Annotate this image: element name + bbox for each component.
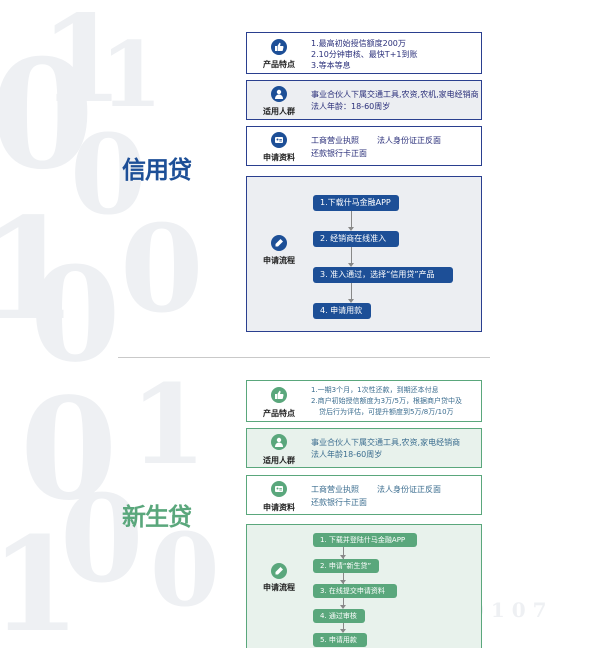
process-step-5: 5. 申请用款 <box>313 633 367 647</box>
xinshengdai-features-box: 产品特点 1.一期3个月，1次性还款，到期还本付息 2.商户初始授信额度为3万/… <box>246 380 482 422</box>
materials-idcard: 法人身份证正反面 <box>377 485 441 494</box>
process-step-4: 4. 通过审核 <box>313 609 365 623</box>
materials-bankcard: 还款银行卡正面 <box>311 498 367 507</box>
materials-license: 工商营业执照 <box>311 485 359 494</box>
xinshengdai-users-box: 适用人群 事业合伙人下属交通工具,农资,家电经销商 法人年龄18-60周岁 <box>246 428 482 468</box>
users-line-1: 事业合伙人下属交通工具,农资,家电经销商 <box>311 438 461 447</box>
feature-line-1: 1.一期3个月，1次性还款，到期还本付息 <box>311 386 439 394</box>
person-icon <box>271 434 287 450</box>
feature-line-3: 贷后行为评估，可提升额度到5万/8万/10万 <box>319 408 454 416</box>
users-label: 适用人群 <box>263 456 295 465</box>
pen-icon <box>271 563 287 579</box>
id-card-icon <box>271 481 287 497</box>
process-step-2: 2. 申请“新生贷” <box>313 559 379 573</box>
process-label: 申请流程 <box>263 583 295 592</box>
materials-label: 申请资料 <box>263 503 295 512</box>
feature-line-2: 2.商户初始授信额度为3万/5万，根据商户贷中及 <box>311 397 462 405</box>
xinshengdai-title: 新生贷 <box>122 503 192 531</box>
features-label: 产品特点 <box>263 409 295 418</box>
thumbs-up-icon <box>271 387 287 403</box>
xinshengdai-section: 新生贷 产品特点 1.一期3个月，1次性还款，到期还本付息 2.商户初始授信额度… <box>0 0 596 654</box>
process-step-3: 3. 在线提交申请资料 <box>313 584 397 598</box>
xinshengdai-materials-box: 申请资料 工商营业执照 法人身份证正反面 还款银行卡正面 <box>246 475 482 515</box>
xinshengdai-process-box: 申请流程 1. 下载并登陆什马金融APP 2. 申请“新生贷” 3. 在线提交申… <box>246 524 482 648</box>
process-step-1: 1. 下载并登陆什马金融APP <box>313 533 417 547</box>
users-line-2: 法人年龄18-60周岁 <box>311 450 383 459</box>
